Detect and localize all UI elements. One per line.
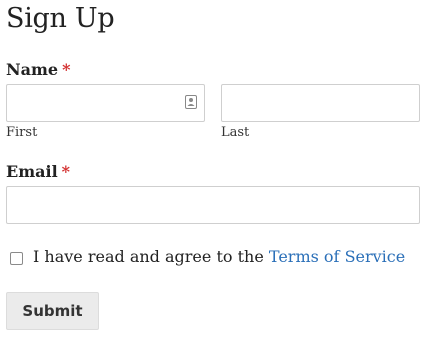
first-name-sublabel: First — [6, 125, 38, 140]
page-title: Sign Up — [6, 3, 115, 34]
terms-checkbox[interactable] — [10, 252, 23, 265]
last-name-input[interactable] — [221, 84, 420, 122]
last-name-sublabel: Last — [221, 125, 250, 140]
email-label: Email * — [6, 162, 70, 181]
name-label-text: Name — [6, 60, 59, 79]
terms-agreement: I have read and agree to the Terms of Se… — [33, 247, 405, 266]
required-marker: * — [61, 162, 71, 181]
name-label: Name * — [6, 60, 70, 79]
terms-of-service-link[interactable]: Terms of Service — [269, 247, 405, 266]
email-input[interactable] — [6, 186, 420, 224]
email-label-text: Email — [6, 162, 58, 181]
submit-button[interactable]: Submit — [6, 292, 99, 330]
first-name-input[interactable] — [6, 84, 205, 122]
contact-card-icon[interactable] — [185, 95, 197, 109]
required-marker: * — [62, 60, 71, 79]
terms-text: I have read and agree to the — [33, 247, 264, 266]
